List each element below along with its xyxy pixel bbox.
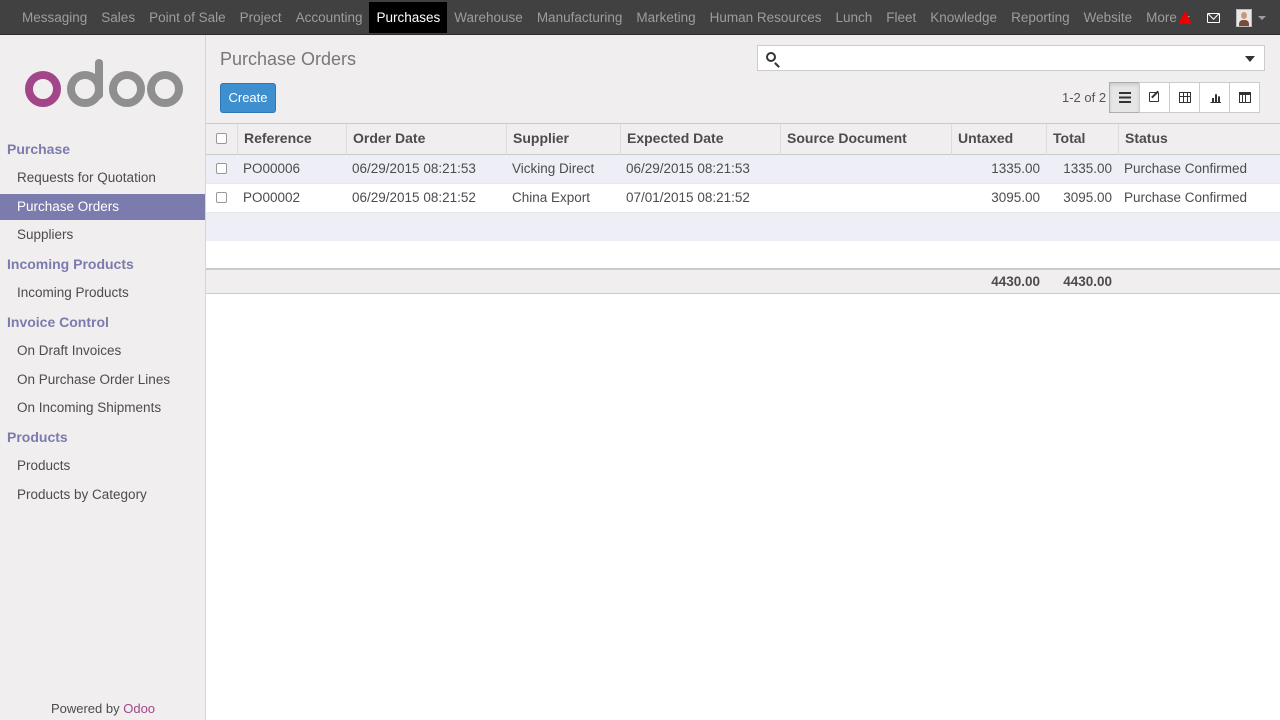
cell-supplier: Vicking Direct <box>512 161 595 176</box>
top-menu-messaging[interactable]: Messaging <box>15 0 94 35</box>
top-navbar: Messaging Sales Point of Sale Project Accoun… <box>0 0 1280 35</box>
column-header-supplier[interactable]: Supplier <box>506 124 620 155</box>
warning-icon[interactable] <box>1178 11 1192 24</box>
sidebar-item-purchase-orders[interactable]: Purchase Orders <box>0 194 205 220</box>
list-icon <box>1119 92 1131 103</box>
cell-expected-date: 07/01/2015 08:21:52 <box>626 190 750 205</box>
row-checkbox[interactable] <box>216 163 227 174</box>
top-menu-purchases[interactable]: Purchases <box>369 2 448 33</box>
systray <box>1178 0 1266 35</box>
sidebar-item-incoming-products[interactable]: Incoming Products <box>0 280 205 306</box>
cell-reference: PO00002 <box>243 190 301 205</box>
create-button[interactable]: Create <box>220 83 276 113</box>
control-panel: Purchase Orders Create 1-2 of 2 <box>206 35 1280 124</box>
sidebar-item-products-by-category[interactable]: Products by Category <box>0 482 205 508</box>
top-menu-more-label: More <box>1146 10 1177 25</box>
bar-chart-icon <box>1209 92 1221 103</box>
top-menu-marketing[interactable]: Marketing <box>629 0 702 35</box>
main-content: Purchase Orders Create 1-2 of 2 Referenc… <box>206 35 1280 720</box>
pager-value[interactable]: 1-2 of 2 <box>1062 90 1106 105</box>
app-menu: Messaging Sales Point of Sale Project Accoun… <box>15 0 1197 35</box>
search-input[interactable] <box>784 48 1244 68</box>
sidebar: Purchase Requests for Quotation Purchase O… <box>0 35 206 720</box>
powered-by-text: Powered by <box>50 701 120 716</box>
cell-expected-date: 06/29/2015 08:21:53 <box>626 161 750 176</box>
odoo-logo[interactable] <box>24 57 184 117</box>
sidebar-item-on-incoming-shipments[interactable]: On Incoming Shipments <box>0 395 205 421</box>
column-header-source-document[interactable]: Source Document <box>780 124 951 155</box>
cell-order-date: 06/29/2015 08:21:53 <box>352 161 476 176</box>
sidebar-item-on-draft-invoices[interactable]: On Draft Invoices <box>0 338 205 364</box>
calendar-icon <box>1239 92 1251 103</box>
select-all-checkbox[interactable] <box>216 133 227 144</box>
pivot-view-button[interactable] <box>1169 82 1200 113</box>
cell-untaxed: 3095.00 <box>991 190 1040 205</box>
cell-untaxed: 1335.00 <box>991 161 1040 176</box>
search-options-toggle[interactable] <box>1245 56 1255 62</box>
page-title: Purchase Orders <box>220 49 357 69</box>
cell-status: Purchase Confirmed <box>1124 161 1248 176</box>
column-header-total[interactable]: Total <box>1046 124 1118 155</box>
table-icon <box>1179 92 1191 103</box>
top-menu-reporting[interactable]: Reporting <box>1004 0 1077 35</box>
cell-total: 1335.00 <box>1063 161 1112 176</box>
empty-row <box>206 213 1280 241</box>
empty-row <box>206 241 1280 269</box>
sidebar-item-on-purchase-order-lines[interactable]: On Purchase Order Lines <box>0 367 205 393</box>
calendar-view-button[interactable] <box>1229 82 1260 113</box>
top-menu-accounting[interactable]: Accounting <box>289 0 370 35</box>
column-header-expected-date[interactable]: Expected Date <box>620 124 780 155</box>
column-header-untaxed[interactable]: Untaxed <box>951 124 1046 155</box>
edit-icon <box>1149 92 1159 102</box>
table-row[interactable]: PO00002 06/29/2015 08:21:52 China Export 07… <box>206 184 1280 213</box>
top-menu-knowledge[interactable]: Knowledge <box>923 0 1004 35</box>
view-switcher <box>1109 82 1260 113</box>
top-menu-point-of-sale[interactable]: Point of Sale <box>142 0 233 35</box>
row-checkbox[interactable] <box>216 192 227 203</box>
top-menu-sales[interactable]: Sales <box>94 0 142 35</box>
form-view-button[interactable] <box>1139 82 1170 113</box>
sidebar-item-products[interactable]: Products <box>0 453 205 479</box>
search-box[interactable] <box>757 45 1265 71</box>
user-avatar[interactable] <box>1236 8 1252 27</box>
cell-supplier: China Export <box>512 190 591 205</box>
column-header-status[interactable]: Status <box>1118 124 1280 155</box>
sidebar-section-title: Invoice Control <box>7 314 109 330</box>
list-view-button[interactable] <box>1109 82 1140 113</box>
table-row[interactable]: PO00006 06/29/2015 08:21:53 Vicking Direct… <box>206 155 1280 184</box>
cell-status: Purchase Confirmed <box>1124 190 1248 205</box>
top-menu-fleet[interactable]: Fleet <box>879 0 923 35</box>
top-menu-human-resources[interactable]: Human Resources <box>703 0 829 35</box>
cell-total: 3095.00 <box>1063 190 1112 205</box>
mail-icon[interactable] <box>1207 12 1220 23</box>
column-header-reference[interactable]: Reference <box>237 124 346 155</box>
chevron-down-icon[interactable] <box>1258 15 1266 20</box>
cell-order-date: 06/29/2015 08:21:52 <box>352 190 476 205</box>
top-menu-lunch[interactable]: Lunch <box>828 0 879 35</box>
sidebar-section-title: Purchase <box>7 141 71 157</box>
powered-by: Powered by Odoo <box>0 701 206 716</box>
sidebar-item-requests-for-quotation[interactable]: Requests for Quotation <box>0 165 205 191</box>
top-menu-website[interactable]: Website <box>1077 0 1140 35</box>
graph-view-button[interactable] <box>1199 82 1230 113</box>
top-menu-manufacturing[interactable]: Manufacturing <box>530 0 630 35</box>
top-menu-project[interactable]: Project <box>233 0 289 35</box>
column-header-order-date[interactable]: Order Date <box>346 124 506 155</box>
powered-by-brand-link[interactable]: Odoo <box>123 701 155 716</box>
total-amount: 4430.00 <box>1063 274 1112 289</box>
sidebar-section-title: Incoming Products <box>7 256 134 272</box>
list-header: Reference Order Date Supplier Expected Date… <box>206 124 1280 155</box>
list-footer-totals: 4430.00 4430.00 <box>206 268 1280 294</box>
search-icon <box>766 52 776 62</box>
cell-reference: PO00006 <box>243 161 301 176</box>
total-untaxed: 4430.00 <box>991 274 1040 289</box>
sidebar-item-suppliers[interactable]: Suppliers <box>0 222 205 248</box>
sidebar-section-title: Products <box>7 429 68 445</box>
top-menu-warehouse[interactable]: Warehouse <box>447 0 530 35</box>
